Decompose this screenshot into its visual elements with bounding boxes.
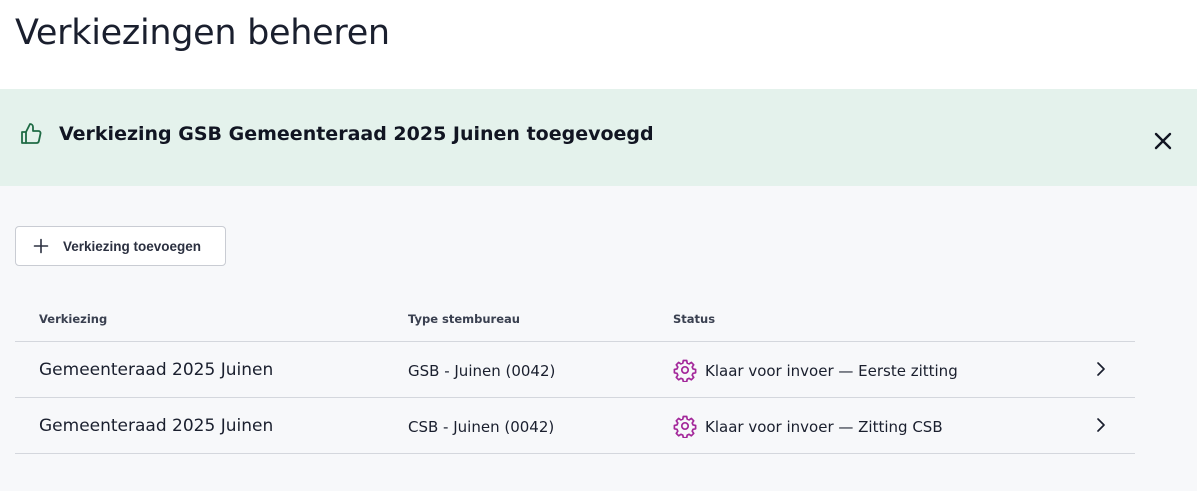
table-divider — [15, 453, 1135, 454]
page-header: Verkiezingen beheren — [0, 0, 1197, 89]
close-icon[interactable] — [1152, 130, 1174, 152]
alert-message: Verkiezing GSB Gemeenteraad 2025 Juinen … — [59, 123, 654, 145]
chevron-right-icon — [1093, 361, 1107, 377]
polling-station-type: CSB - Juinen (0042) — [408, 418, 555, 436]
plus-icon — [33, 238, 49, 254]
gear-icon — [673, 358, 697, 383]
table-row[interactable]: Gemeenteraad 2025 Juinen GSB - Juinen (0… — [15, 342, 1135, 397]
thumbs-up-icon — [19, 122, 43, 146]
column-header-election: Verkiezing — [39, 312, 108, 326]
table-row[interactable]: Gemeenteraad 2025 Juinen CSB - Juinen (0… — [15, 398, 1135, 453]
add-election-label: Verkiezing toevoegen — [63, 239, 202, 254]
column-header-type: Type stembureau — [408, 312, 520, 326]
add-election-button[interactable]: Verkiezing toevoegen — [15, 226, 226, 266]
column-header-status: Status — [673, 312, 716, 326]
status-text: Klaar voor invoer — Eerste zitting — [705, 362, 958, 380]
election-name: Gemeenteraad 2025 Juinen — [39, 360, 274, 380]
chevron-right-icon — [1093, 417, 1107, 433]
polling-station-type: GSB - Juinen (0042) — [408, 362, 556, 380]
gear-icon — [673, 414, 697, 439]
election-name: Gemeenteraad 2025 Juinen — [39, 416, 274, 436]
status-text: Klaar voor invoer — Zitting CSB — [705, 418, 943, 436]
page-title: Verkiezingen beheren — [15, 13, 390, 53]
